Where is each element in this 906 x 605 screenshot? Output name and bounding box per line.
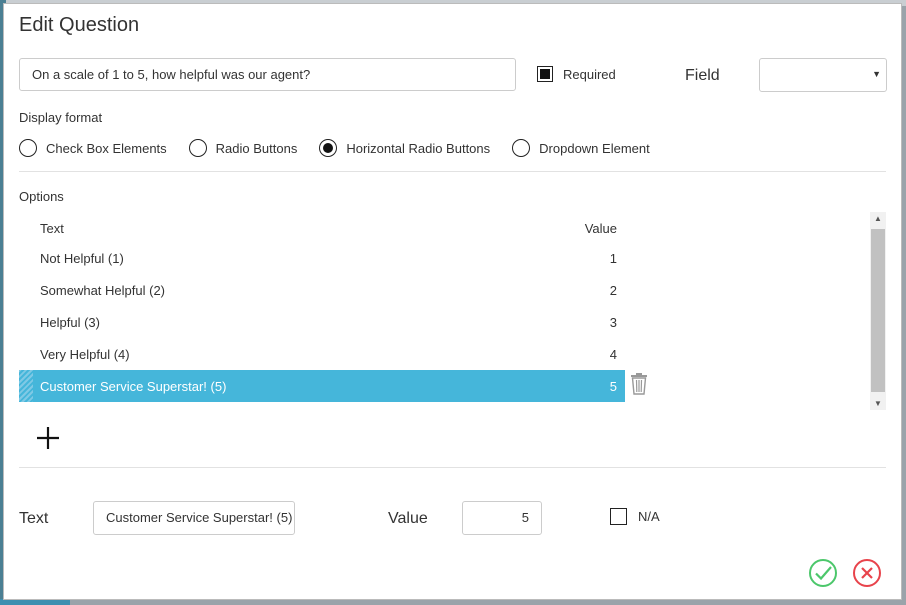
scrollbar-thumb[interactable] — [871, 229, 885, 392]
scroll-up-icon[interactable]: ▲ — [870, 214, 886, 223]
na-checkbox[interactable] — [610, 508, 627, 525]
options-table: Text Value Not Helpful (1) 1 Somewhat He… — [19, 214, 625, 402]
option-value: 5 — [609, 378, 617, 394]
option-text: Helpful (3) — [40, 314, 100, 330]
option-row[interactable]: Not Helpful (1) 1 — [19, 242, 625, 274]
radio-button[interactable] — [188, 139, 207, 157]
required-checkbox[interactable] — [537, 66, 553, 82]
options-scrollbar[interactable]: ▲ ▼ — [870, 212, 886, 410]
field-label: Field — [685, 67, 720, 84]
options-label: Options — [19, 189, 64, 204]
radio-button[interactable] — [19, 139, 37, 157]
caret-down-icon: ▼ — [872, 69, 881, 79]
display-format-label: Display format — [19, 110, 103, 125]
required-label: Required — [563, 66, 616, 82]
header-text: Text — [40, 220, 64, 236]
option-value-input[interactable]: 5 — [462, 501, 542, 535]
dialog-title: Edit Question — [19, 14, 140, 36]
option-text: Somewhat Helpful (2) — [40, 282, 165, 298]
radio-option-radio-buttons[interactable]: Radio Buttons — [188, 139, 298, 157]
option-row-selected[interactable]: Customer Service Superstar! (5) 5 — [19, 370, 625, 402]
radio-option-horizontal-radio-buttons[interactable]: Horizontal Radio Buttons — [319, 139, 490, 157]
option-row[interactable]: Helpful (3) 3 — [19, 306, 625, 338]
check-circle-icon — [809, 559, 837, 587]
radio-option-dropdown-element[interactable]: Dropdown Element — [512, 139, 650, 157]
option-row[interactable]: Very Helpful (4) 4 — [19, 338, 625, 370]
drag-handle-icon[interactable] — [19, 370, 33, 402]
x-circle-icon — [853, 559, 881, 587]
radio-label: Dropdown Element — [539, 140, 650, 156]
radio-label: Radio Buttons — [215, 140, 298, 156]
radio-button-selected[interactable] — [319, 139, 338, 157]
options-table-header: Text Value — [19, 214, 625, 242]
plus-icon — [37, 427, 59, 449]
na-label: N/A — [638, 509, 660, 524]
option-value: 3 — [609, 314, 617, 330]
edit-question-dialog: Edit Question On a scale of 1 to 5, how … — [3, 3, 902, 600]
divider — [19, 467, 886, 468]
option-text: Customer Service Superstar! (5) — [40, 378, 227, 394]
radio-label: Check Box Elements — [46, 140, 167, 156]
option-row[interactable]: Somewhat Helpful (2) 2 — [19, 274, 625, 306]
option-value: 2 — [609, 282, 617, 298]
option-text-label: Text — [19, 510, 49, 527]
required-checkbox-group[interactable]: Required — [537, 66, 616, 82]
option-text-input[interactable]: Customer Service Superstar! (5) — [93, 501, 295, 535]
question-input[interactable]: On a scale of 1 to 5, how helpful was ou… — [19, 58, 516, 91]
field-select[interactable]: ▼ — [759, 58, 887, 92]
header-value: Value — [584, 220, 617, 236]
cancel-button[interactable] — [852, 558, 882, 593]
radio-label: Horizontal Radio Buttons — [346, 140, 491, 156]
divider — [19, 171, 886, 172]
option-value-label: Value — [388, 510, 428, 527]
add-option-button[interactable] — [34, 424, 62, 457]
option-value: 1 — [609, 250, 617, 266]
display-format-radio-group: Check Box Elements Radio Buttons Horizon… — [19, 139, 672, 157]
option-text: Not Helpful (1) — [40, 250, 124, 266]
radio-button[interactable] — [512, 139, 531, 157]
radio-option-check-box-elements[interactable]: Check Box Elements — [19, 139, 167, 157]
scroll-down-icon[interactable]: ▼ — [870, 399, 886, 408]
option-value: 4 — [609, 346, 617, 362]
option-text: Very Helpful (4) — [40, 346, 130, 362]
trash-icon[interactable] — [628, 372, 650, 401]
confirm-button[interactable] — [808, 558, 838, 593]
na-checkbox-group[interactable]: N/A — [610, 508, 660, 525]
